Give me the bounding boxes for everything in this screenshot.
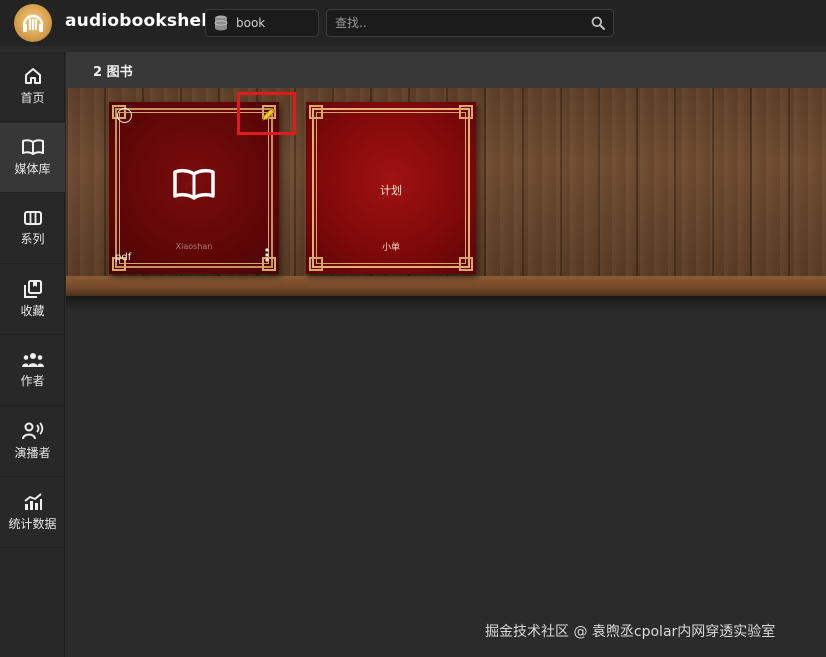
cover-corner: [309, 105, 323, 119]
sidebar-item-label: 系列: [20, 232, 45, 246]
watermark-text: 掘金技术社区 @ 袁煦丞cpolar内网穿透实验室: [485, 624, 776, 640]
top-header: audiobookshelf book: [0, 0, 826, 46]
library-selector[interactable]: book: [205, 9, 319, 37]
sidebar-item-stats[interactable]: 统计数据: [0, 478, 65, 548]
format-badge: pdf: [115, 252, 132, 263]
book-card[interactable]: 计划 小单: [306, 102, 476, 274]
sidebar: 首页 媒体库 系列 收藏 作者 演播者 统计数据: [0, 52, 65, 657]
cover-corner: [309, 257, 323, 271]
collections-icon: [23, 280, 42, 298]
sidebar-item-label: 作者: [20, 374, 45, 388]
people-icon: [21, 353, 44, 367]
sidebar-item-label: 首页: [20, 91, 45, 105]
sidebar-item-label: 统计数据: [8, 517, 57, 531]
book-count: 2 图书: [93, 65, 133, 80]
sidebar-item-library[interactable]: 媒体库: [0, 123, 65, 193]
more-options-icon[interactable]: [265, 248, 269, 262]
sidebar-item-label: 媒体库: [14, 162, 51, 176]
search-input[interactable]: [335, 14, 585, 32]
shelf-edge: [66, 276, 826, 296]
cover-corner: [459, 257, 473, 271]
sidebar-item-collections[interactable]: 收藏: [0, 265, 65, 335]
home-icon: [24, 68, 41, 84]
search-icon[interactable]: [591, 16, 605, 30]
open-book-icon: [173, 168, 215, 200]
book-author: 小单: [381, 243, 400, 253]
narrator-icon: [21, 422, 43, 440]
library-name: book: [236, 16, 266, 30]
shelf-shadow: [66, 296, 826, 310]
cover-corner: [459, 105, 473, 119]
sidebar-item-series[interactable]: 系列: [0, 194, 65, 264]
app-title[interactable]: audiobookshelf: [65, 11, 215, 31]
sidebar-item-label: 演播者: [14, 446, 51, 460]
select-checkbox[interactable]: [117, 108, 132, 123]
sidebar-item-home[interactable]: 首页: [0, 52, 65, 122]
highlight-box: [237, 92, 296, 135]
sidebar-item-label: 收藏: [20, 304, 45, 318]
book-author: Xiaoshan: [175, 242, 213, 251]
library-toolbar: 2 图书: [66, 52, 826, 88]
search-box[interactable]: [326, 9, 614, 37]
columns-icon: [23, 211, 42, 225]
database-icon: [214, 15, 228, 31]
sidebar-item-authors[interactable]: 作者: [0, 336, 65, 406]
book-title: 计划: [380, 184, 402, 197]
chart-icon: [23, 493, 42, 510]
open-book-icon: [21, 139, 44, 155]
sidebar-item-narrators[interactable]: 演播者: [0, 407, 65, 477]
audiobookshelf-logo-icon[interactable]: [14, 4, 52, 42]
